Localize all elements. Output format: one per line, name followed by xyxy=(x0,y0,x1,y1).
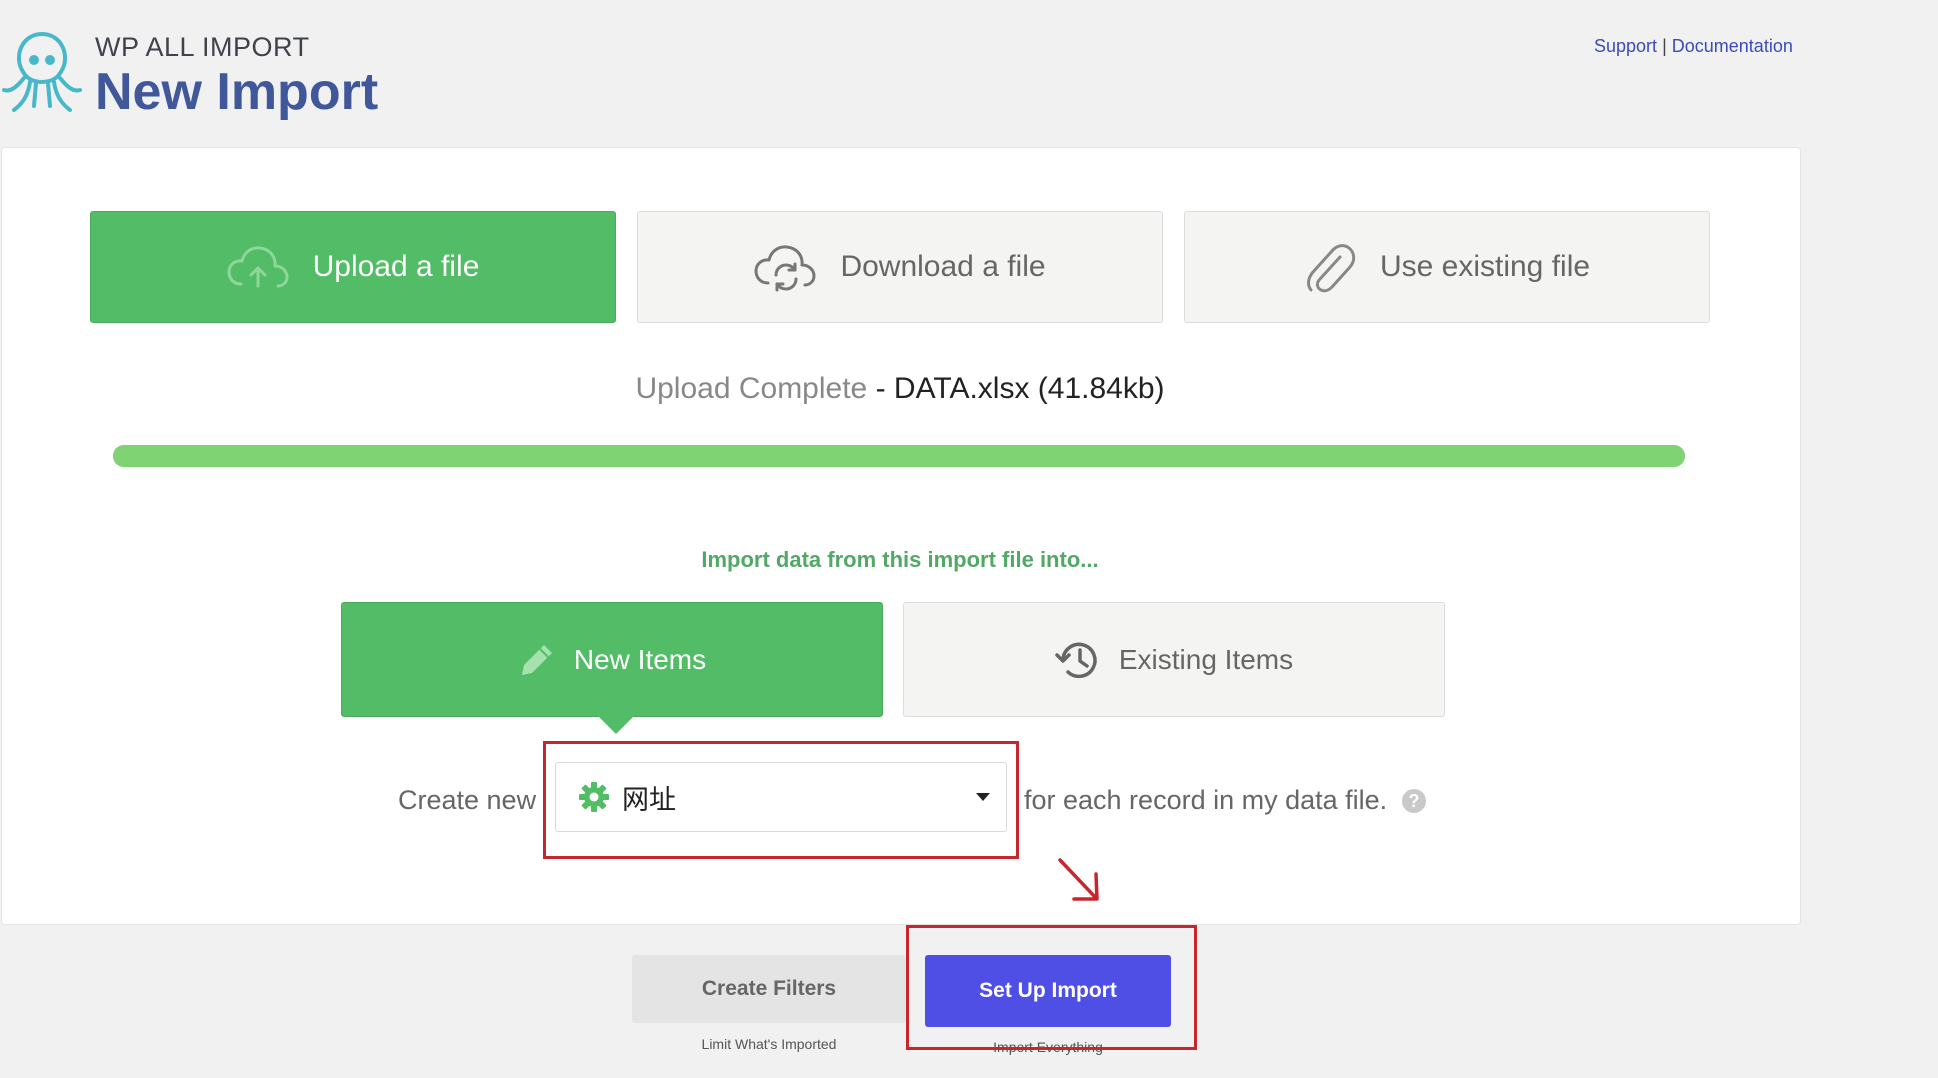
brand-label: WP ALL IMPORT xyxy=(95,32,310,62)
for-each-record-label: for each record in my data file. xyxy=(1024,785,1388,815)
new-items-label: New Items xyxy=(573,643,707,675)
documentation-link[interactable]: Documentation xyxy=(1672,36,1793,56)
top-links: Support | Documentation xyxy=(1594,36,1793,57)
upload-status-text: Upload Complete xyxy=(635,372,868,405)
tab-download-file[interactable]: Download a file xyxy=(637,211,1163,323)
tab-existing-label: Use existing file xyxy=(1379,250,1591,283)
link-separator: | xyxy=(1662,36,1667,56)
cloud-sync-icon xyxy=(754,245,816,292)
upload-status: Upload Complete - DATA.xlsx (41.84kb) xyxy=(0,372,1800,406)
pencil-icon xyxy=(521,644,552,675)
paperclip-icon xyxy=(1307,244,1356,293)
tab-upload-label: Upload a file xyxy=(312,250,480,283)
upload-dash: - xyxy=(867,372,894,405)
active-tab-pointer xyxy=(598,716,634,734)
page-title: New Import xyxy=(95,63,379,121)
create-new-label: Create new xyxy=(398,785,537,815)
tab-download-label: Download a file xyxy=(840,250,1046,283)
cloud-upload-icon xyxy=(227,246,289,288)
tab-existing-items[interactable]: Existing Items xyxy=(903,602,1445,717)
upload-progress-bar xyxy=(113,445,1685,467)
tab-upload-file[interactable]: Upload a file xyxy=(90,211,616,323)
create-filters-subtext: Limit What's Imported xyxy=(701,1036,837,1052)
uploaded-file-name: DATA.xlsx (41.84kb) xyxy=(893,372,1165,405)
history-icon xyxy=(1055,642,1097,678)
annotation-highlight-select xyxy=(543,741,1019,859)
existing-items-label: Existing Items xyxy=(1118,643,1294,675)
tab-new-items[interactable]: New Items xyxy=(341,602,883,717)
annotation-highlight-setup xyxy=(906,925,1197,1050)
tab-use-existing-file[interactable]: Use existing file xyxy=(1184,211,1710,323)
annotation-arrow-icon xyxy=(1058,858,1099,901)
wp-all-import-logo-icon xyxy=(2,32,82,112)
support-link[interactable]: Support xyxy=(1594,36,1657,56)
create-filters-button[interactable]: Create Filters xyxy=(632,955,906,1023)
import-into-heading: Import data from this import file into..… xyxy=(701,547,1099,572)
help-icon[interactable]: ? xyxy=(1402,789,1426,813)
